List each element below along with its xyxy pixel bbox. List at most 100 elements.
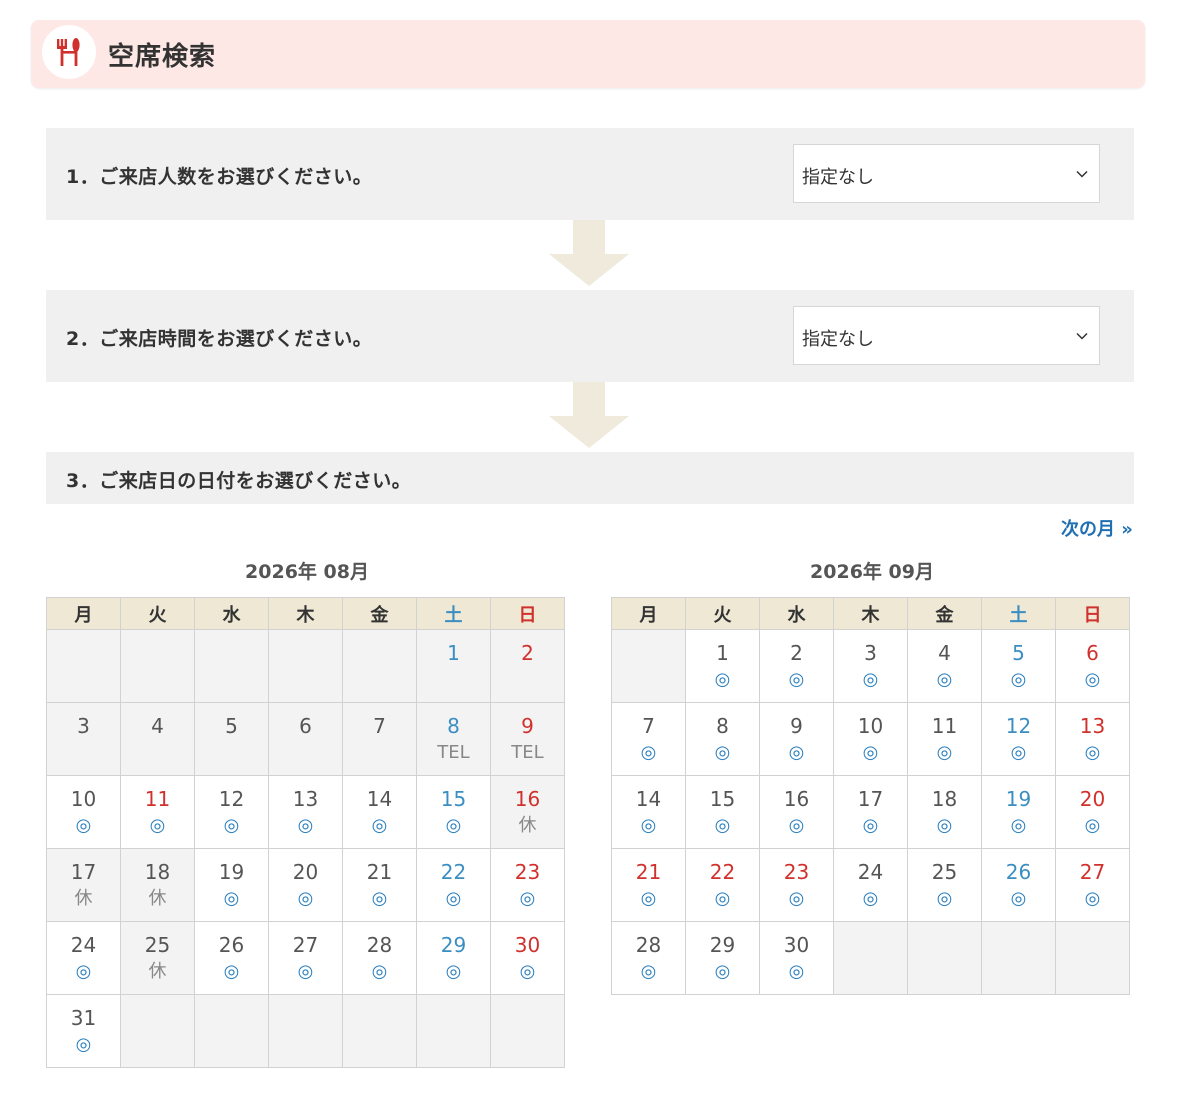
availability-mark: ◎	[445, 961, 462, 982]
calendar-day-cell[interactable]: 6 ◎	[1055, 629, 1130, 703]
calendar-day-cell[interactable]: 4 ◎	[907, 629, 982, 703]
calendar-day-cell[interactable]: 24 ◎	[833, 848, 908, 922]
day-number: 13	[292, 787, 319, 811]
calendar-empty-cell	[981, 921, 1056, 995]
calendar-day-cell[interactable]: 19 ◎	[981, 775, 1056, 849]
calendar-day-cell[interactable]: 18 ◎	[907, 775, 982, 849]
availability-mark: ◎	[1010, 815, 1027, 836]
calendar-week-row: 12	[46, 629, 565, 703]
day-number: 24	[70, 933, 97, 957]
calendar-day-cell[interactable]: 2 ◎	[759, 629, 834, 703]
calendar-day-cell[interactable]: 30 ◎	[759, 921, 834, 995]
availability-mark: ◎	[714, 742, 731, 763]
availability-mark: ◎	[788, 815, 805, 836]
calendar-day-cell[interactable]: 3 ◎	[833, 629, 908, 703]
calendar-day-cell[interactable]: 10 ◎	[833, 702, 908, 776]
day-number: 28	[366, 933, 393, 957]
calendar-day-cell[interactable]: 23 ◎	[759, 848, 834, 922]
day-number: 29	[440, 933, 467, 957]
calendar-day-cell[interactable]: 24 ◎	[46, 921, 121, 995]
calendar-day-cell[interactable]: 26 ◎	[194, 921, 269, 995]
calendar-week-row: 24 ◎ 25 休 26 ◎ 27 ◎ 28 ◎ 29 ◎ 30 ◎	[46, 921, 565, 995]
calendar-day-cell[interactable]: 28 ◎	[342, 921, 417, 995]
calendar-empty-cell	[833, 921, 908, 995]
weekday-header: 水	[194, 597, 269, 630]
calendar-day-cell: 2	[490, 629, 565, 703]
calendar-empty-cell	[342, 994, 417, 1068]
day-number: 23	[514, 860, 541, 884]
calendar-day-cell[interactable]: 26 ◎	[981, 848, 1056, 922]
calendar-day-cell[interactable]: 8 ◎	[685, 702, 760, 776]
calendar-day-cell[interactable]: 14 ◎	[611, 775, 686, 849]
calendar-day-cell[interactable]: 29 ◎	[416, 921, 491, 995]
day-number: 3	[77, 714, 90, 738]
calendar-day-cell[interactable]: 28 ◎	[611, 921, 686, 995]
calendar-day-cell[interactable]: 10 ◎	[46, 775, 121, 849]
calendar-day-cell[interactable]: 27 ◎	[1055, 848, 1130, 922]
calendar-day-cell[interactable]: 15 ◎	[685, 775, 760, 849]
calendar-day-cell[interactable]: 12 ◎	[194, 775, 269, 849]
calendar-day-cell[interactable]: 11 ◎	[907, 702, 982, 776]
calendar-day-cell[interactable]: 30 ◎	[490, 921, 565, 995]
day-number: 8	[716, 714, 729, 738]
availability-mark: ◎	[519, 961, 536, 982]
calendar-day-cell[interactable]: 11 ◎	[120, 775, 195, 849]
day-number: 1	[447, 641, 460, 665]
guest-count-select[interactable]: 指定なし	[793, 144, 1100, 203]
calendar-week-row: 14 ◎ 15 ◎ 16 ◎ 17 ◎ 18 ◎ 19 ◎ 20 ◎	[611, 775, 1130, 849]
step-visit-time: 2．ご来店時間をお選びください。 指定なし	[46, 290, 1134, 382]
calendar-day-cell[interactable]: 15 ◎	[416, 775, 491, 849]
calendar-day-cell[interactable]: 7 ◎	[611, 702, 686, 776]
calendar-day-cell[interactable]: 17 ◎	[833, 775, 908, 849]
day-number: 20	[292, 860, 319, 884]
header-icon-badge	[42, 25, 96, 79]
calendar-day-cell[interactable]: 13 ◎	[1055, 702, 1130, 776]
calendar-day-cell[interactable]: 21 ◎	[611, 848, 686, 922]
calendar-day-cell[interactable]: 1 ◎	[685, 629, 760, 703]
visit-time-select[interactable]: 指定なし	[793, 306, 1100, 365]
day-number: 8	[447, 714, 460, 738]
calendar-day-cell[interactable]: 23 ◎	[490, 848, 565, 922]
calendar-day-cell[interactable]: 22 ◎	[685, 848, 760, 922]
calendar-day-cell[interactable]: 21 ◎	[342, 848, 417, 922]
calendar-day-cell[interactable]: 13 ◎	[268, 775, 343, 849]
calendar-day-cell[interactable]: 20 ◎	[1055, 775, 1130, 849]
day-number: 6	[299, 714, 312, 738]
day-number: 13	[1079, 714, 1106, 738]
calendar-day-cell[interactable]: 14 ◎	[342, 775, 417, 849]
step-visit-date: 3．ご来店日の日付をお選びください。	[46, 452, 1134, 504]
weekday-header: 土	[981, 597, 1056, 630]
calendar-day-cell[interactable]: 27 ◎	[268, 921, 343, 995]
calendar-day-cell[interactable]: 31 ◎	[46, 994, 121, 1068]
calendar-day-cell[interactable]: 9 ◎	[759, 702, 834, 776]
availability-mark: ◎	[714, 815, 731, 836]
day-number: 18	[144, 860, 171, 884]
calendar-day-cell[interactable]: 20 ◎	[268, 848, 343, 922]
calendar-day-cell[interactable]: 25 ◎	[907, 848, 982, 922]
availability-mark: ◎	[862, 669, 879, 690]
calendar-day-cell[interactable]: 12 ◎	[981, 702, 1056, 776]
calendar-day-cell: 16 休	[490, 775, 565, 849]
day-number: 27	[292, 933, 319, 957]
calendar-empty-cell	[416, 994, 491, 1068]
calendar-day-cell[interactable]: 19 ◎	[194, 848, 269, 922]
calendar-day-cell[interactable]: 29 ◎	[685, 921, 760, 995]
calendar-empty-cell	[46, 629, 121, 703]
calendar-empty-cell	[268, 629, 343, 703]
availability-status: 休	[148, 961, 167, 982]
calendar-day-cell[interactable]: 5 ◎	[981, 629, 1056, 703]
availability-mark: ◎	[862, 815, 879, 836]
calendar-title-august: 2026年 08月	[245, 561, 369, 583]
calendar-day-cell[interactable]: 22 ◎	[416, 848, 491, 922]
availability-mark: ◎	[371, 961, 388, 982]
calendar-empty-cell	[490, 994, 565, 1068]
calendar-day-cell[interactable]: 16 ◎	[759, 775, 834, 849]
day-number: 19	[218, 860, 245, 884]
availability-mark: ◎	[788, 961, 805, 982]
next-month-link[interactable]: 次の月 »	[1061, 515, 1133, 541]
day-number: 1	[716, 641, 729, 665]
calendar-day-cell: 3	[46, 702, 121, 776]
calendar-day-cell: 17 休	[46, 848, 121, 922]
step-label: 3．ご来店日の日付をお選びください。	[66, 470, 412, 492]
availability-status: 休	[518, 815, 537, 836]
